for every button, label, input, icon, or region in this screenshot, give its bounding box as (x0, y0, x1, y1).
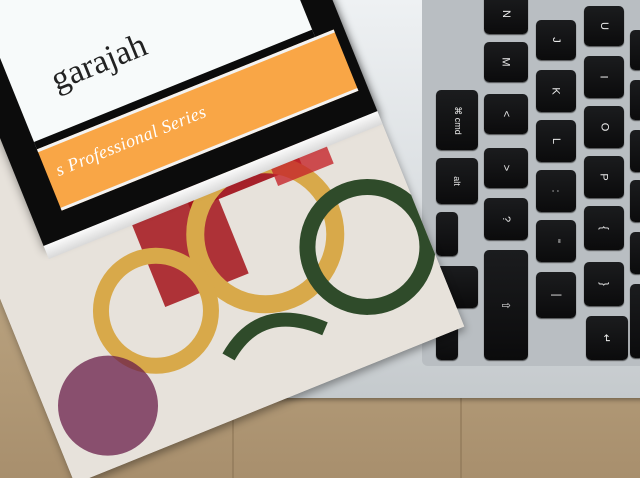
key-p: P (584, 156, 624, 198)
key-edge (630, 284, 640, 358)
key-bracket-left: { (584, 206, 624, 250)
key-m: M (484, 42, 528, 82)
key-comma: < (484, 94, 528, 134)
key-cmd: ⌘ cmd (436, 90, 478, 150)
key-period: > (484, 148, 528, 188)
key-edge (630, 80, 640, 120)
key-i: I (584, 56, 624, 98)
key-arrow-up (436, 212, 458, 256)
wood-seam (460, 395, 462, 478)
key-l: L (536, 120, 576, 162)
key-edge (630, 130, 640, 172)
key-semicolon: : (536, 170, 576, 212)
key-enter: ↵ (586, 316, 628, 360)
key-quote: " (536, 220, 576, 262)
key-bracket-right: } (584, 262, 624, 306)
key-j: J (536, 20, 576, 60)
key-n: N (484, 0, 528, 34)
key-edge (630, 232, 640, 274)
key-edge (630, 30, 640, 70)
key-edge (630, 180, 640, 222)
key-u: U (584, 6, 624, 46)
key-shift: ⇧ (484, 250, 528, 360)
key-backslash: | (536, 272, 576, 318)
key-k: K (536, 70, 576, 112)
photo-scene: N M < > ? ⇧ J K L : " | U I O P { } ↵ ⌘ … (0, 0, 640, 478)
key-alt: alt (436, 158, 478, 204)
key-slash: ? (484, 198, 528, 240)
key-o: O (584, 106, 624, 148)
